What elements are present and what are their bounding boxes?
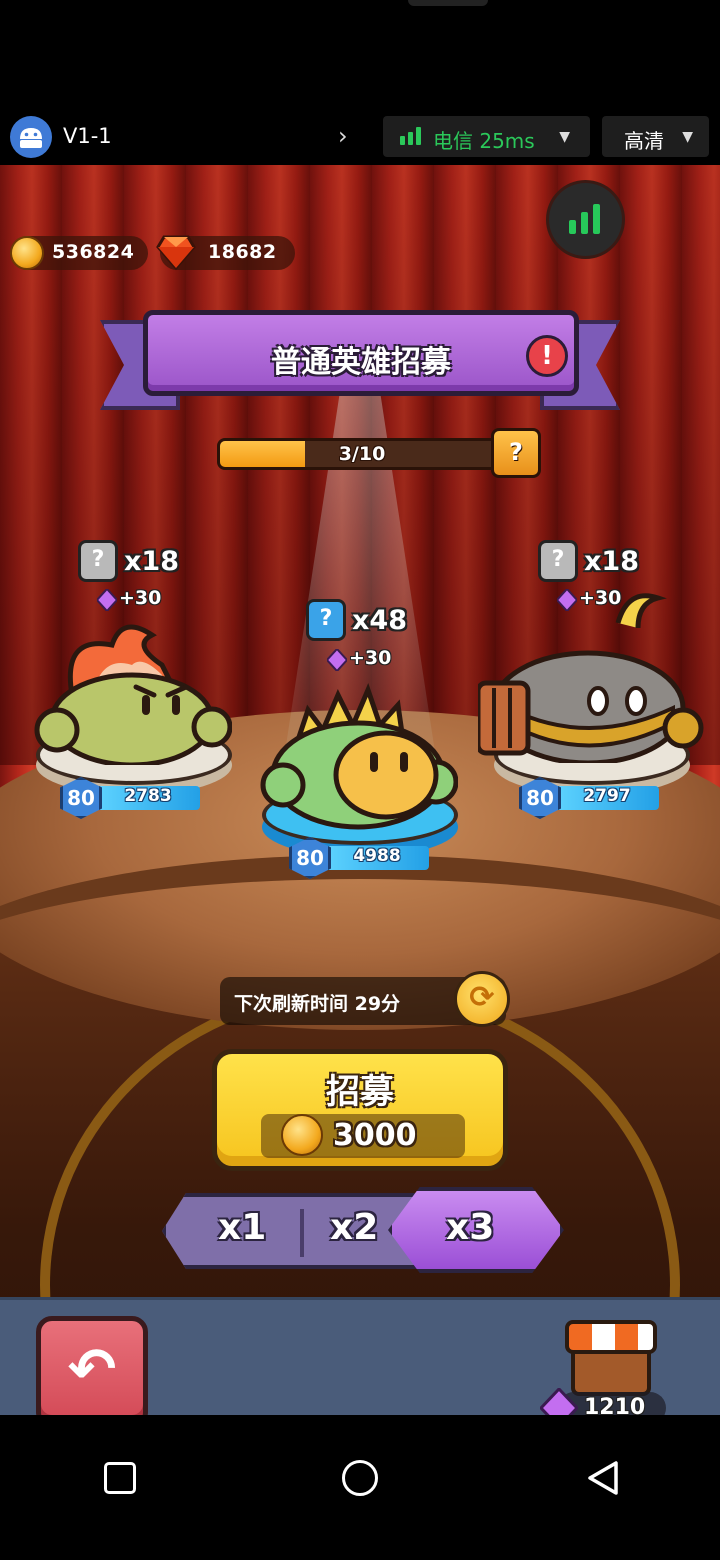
android-icon[interactable] — [10, 116, 52, 158]
game-view: 536824 18682 普通英雄招募 ! 3/10 ? ? x18 +30 2… — [0, 165, 720, 1415]
recruit-progress-bar: 3/10 — [217, 438, 507, 470]
info-alert-icon[interactable]: ! — [526, 335, 568, 377]
multiplier-divider — [300, 1209, 304, 1257]
back-arrow-icon: ↶ — [67, 1335, 117, 1403]
recruit-title: 招募 — [326, 1072, 394, 1112]
hero-bonus-value: +30 — [349, 647, 392, 669]
shop-counter — [571, 1350, 651, 1396]
recruit-cost: 3000 — [261, 1114, 465, 1158]
back-button[interactable]: ↶ — [36, 1316, 148, 1415]
app-version: V1-1 — [63, 124, 112, 148]
hero-power: 4988 — [353, 846, 401, 866]
hero-count: x48 — [352, 605, 407, 636]
shop-button[interactable] — [565, 1320, 657, 1400]
hero-count: x18 — [124, 546, 179, 577]
hero-count: x18 — [584, 546, 639, 577]
home-icon[interactable] — [342, 1460, 378, 1496]
multiplier-x2-label: x2 — [330, 1207, 379, 1248]
cloud-game-topbar: V1-1 › 电信 25ms ▼ 高清 ▼ — [0, 110, 720, 165]
progress-label: 3/10 — [338, 443, 386, 465]
progress-help-button[interactable]: ? — [491, 428, 541, 478]
refresh-button[interactable]: ⟳ — [454, 971, 510, 1027]
hero-bonus-value: +30 — [579, 587, 622, 609]
recruit-banner: 普通英雄招募 ! — [143, 310, 579, 396]
bomb-knight-hero[interactable] — [478, 583, 708, 763]
gold-coin-icon — [281, 1114, 323, 1156]
unknown-hero-icon[interactable]: ? — [306, 599, 346, 641]
camera-notch — [408, 0, 488, 6]
network-label: 电信 25ms — [433, 129, 535, 153]
banner-title: 普通英雄招募 — [271, 345, 451, 380]
purple-gem-icon — [557, 589, 577, 611]
purple-gem-icon — [327, 649, 347, 671]
caret-down-icon: ▼ — [559, 129, 570, 145]
dino-hero[interactable] — [258, 680, 458, 830]
multiplier-x3[interactable]: x3 — [446, 1207, 494, 1287]
recruit-button[interactable]: 招募 3000 — [212, 1049, 508, 1171]
gold-counter: 536824 — [10, 236, 148, 270]
hero-power: 2797 — [583, 786, 631, 806]
signal-icon — [400, 127, 422, 145]
caret-down-icon: ▼ — [682, 129, 693, 145]
shop-icon — [565, 1320, 657, 1354]
bottom-bar: ↶ 1210 — [0, 1297, 720, 1415]
gold-amount: 536824 — [52, 241, 135, 263]
hero-power: 2783 — [124, 786, 172, 806]
shop-gem-amount: 1210 — [584, 1395, 646, 1415]
gold-coin-icon — [10, 236, 44, 270]
multiplier-x1-label: x1 — [218, 1207, 267, 1248]
ruby-gem-icon — [156, 235, 196, 271]
chevron-right-icon[interactable]: › — [338, 122, 348, 150]
purple-gem-icon — [97, 589, 117, 611]
gem-amount: 18682 — [208, 241, 277, 263]
gem-counter: 18682 — [156, 235, 295, 271]
unknown-hero-icon[interactable]: ? — [78, 540, 118, 582]
multiplier-x3-label: x3 — [446, 1207, 495, 1248]
signal-strength-button[interactable] — [549, 183, 622, 256]
screen: V1-1 › 电信 25ms ▼ 高清 ▼ 536824 18682 普通英雄招… — [0, 0, 720, 1560]
quality-selector[interactable]: 高清 ▼ — [602, 116, 709, 157]
refresh-icon: ⟳ — [469, 980, 495, 1015]
network-selector[interactable]: 电信 25ms ▼ — [383, 116, 590, 157]
refresh-label: 下次刷新时间 29分 — [234, 993, 401, 1015]
hero-bonus-value: +30 — [119, 587, 162, 609]
purple-gem-icon — [540, 1388, 578, 1415]
multiplier-x2[interactable]: x2 — [330, 1207, 378, 1287]
multiplier-x1[interactable]: x1 — [218, 1207, 266, 1287]
back-nav-icon[interactable] — [586, 1460, 620, 1496]
fire-slime-hero[interactable] — [32, 615, 232, 765]
unknown-hero-icon[interactable]: ? — [538, 540, 578, 582]
system-navigation-bar — [0, 1415, 720, 1560]
quality-label: 高清 — [624, 129, 664, 153]
recents-icon[interactable] — [104, 1462, 136, 1494]
status-bar — [0, 0, 720, 110]
recruit-cost-amount: 3000 — [333, 1118, 417, 1153]
